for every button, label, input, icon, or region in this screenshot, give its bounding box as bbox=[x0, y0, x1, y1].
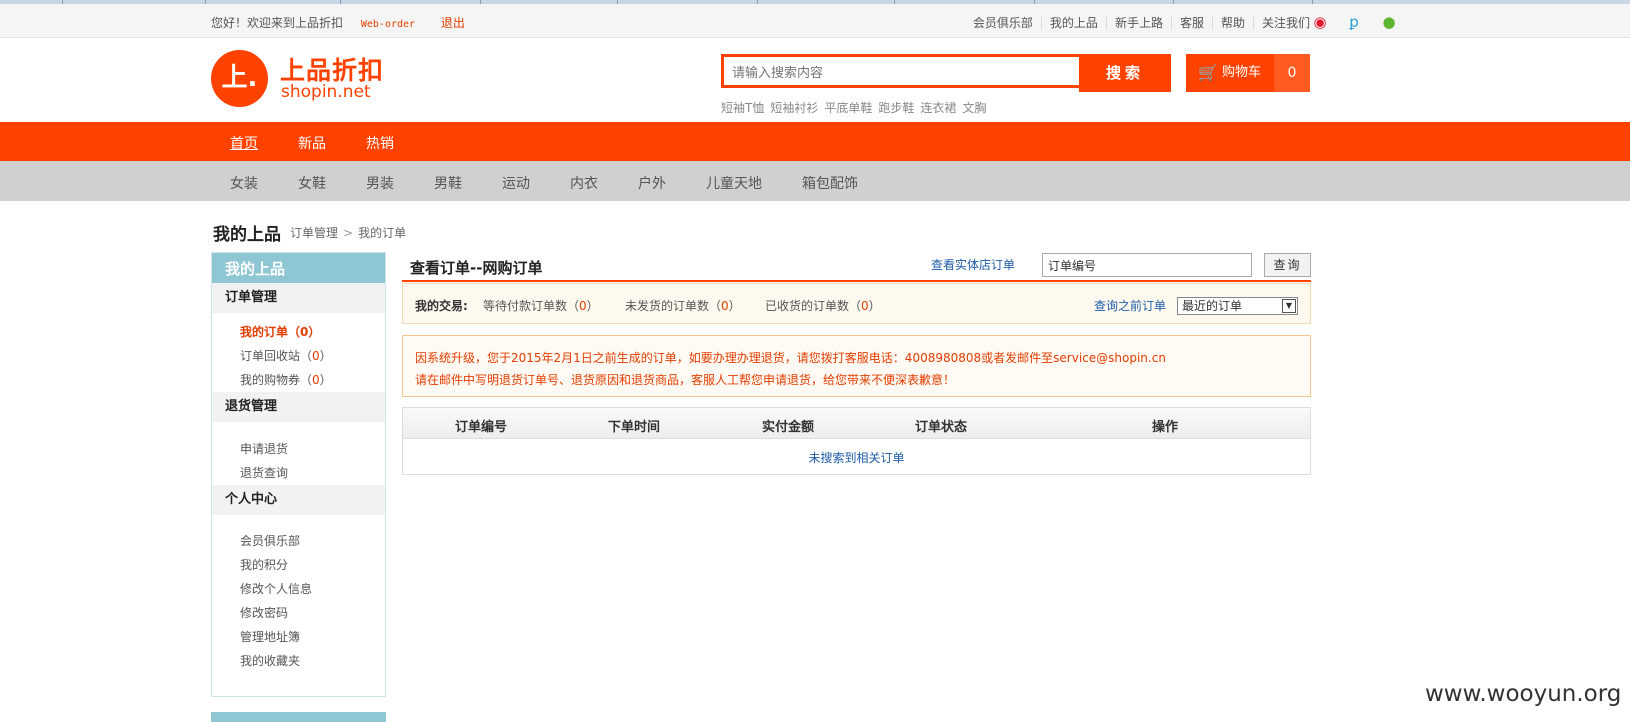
sidebar-group-title: 退货管理 bbox=[212, 392, 385, 422]
hot-term[interactable]: 平底单鞋 bbox=[824, 101, 872, 115]
top-bar: 您好！欢迎来到上品折扣 Web-order 退出 会员俱乐部 我的上品 新手上路 客服… bbox=[0, 4, 1630, 38]
previous-orders-link[interactable]: 查询之前订单 bbox=[1094, 297, 1166, 314]
breadcrumb-item[interactable]: 订单管理 bbox=[290, 226, 338, 240]
web-order-label: Web-order bbox=[360, 19, 416, 30]
category-item[interactable]: 内衣 bbox=[570, 173, 598, 193]
search-button[interactable]: 搜索 bbox=[1079, 54, 1171, 92]
notice-line: 请在邮件中写明退货订单号、退货原因和退货商品，客服人工帮您申请退货，给您带来不便… bbox=[415, 373, 956, 387]
column-header: 实付金额 bbox=[762, 420, 815, 435]
order-range-select[interactable]: 最近的订单 ▼ bbox=[1177, 297, 1298, 315]
column-header: 订单编号 bbox=[455, 420, 508, 435]
page-title: 我的上品 bbox=[213, 225, 281, 245]
wechat-icon[interactable]: ● bbox=[1378, 12, 1400, 32]
category-item[interactable]: 箱包配饰 bbox=[802, 173, 858, 193]
site-header: 上. 上品折扣 shopin.net 搜索 🛒 购物车 0 短袖T恤短袖衬衫平底… bbox=[0, 38, 1630, 122]
sidebar-item-apply-return[interactable]: 申请退货 bbox=[240, 440, 288, 457]
sidebar-item-order-recycle[interactable]: 订单回收站（0） bbox=[240, 347, 332, 364]
sidebar-item-return-query[interactable]: 退货查询 bbox=[240, 464, 288, 481]
cart-icon: 🛒 bbox=[1198, 63, 1218, 82]
column-header: 操作 bbox=[1152, 420, 1179, 435]
hot-term[interactable]: 连衣裙 bbox=[920, 101, 956, 115]
sidebar: 我的上品 订单管理 我的订单（0） 订单回收站（0） 我的购物券（0） 退货管理… bbox=[211, 252, 386, 697]
hot-term[interactable]: 短袖T恤 bbox=[721, 101, 764, 115]
trade-summary: 我的交易: 等待付款订单数（0） 未发货的订单数（0） 已收货的订单数（0） bbox=[402, 283, 1311, 324]
category-item[interactable]: 户外 bbox=[638, 173, 666, 193]
sidebar-group-title: 个人中心 bbox=[212, 485, 385, 515]
hot-term[interactable]: 跑步鞋 bbox=[878, 101, 914, 115]
orders-title: 查看订单--网购订单 bbox=[410, 259, 543, 277]
logout-link[interactable]: 退出 bbox=[441, 16, 465, 30]
top-link-member-club[interactable]: 会员俱乐部 bbox=[965, 16, 1041, 30]
logo-icon[interactable]: 上. bbox=[211, 50, 268, 107]
order-number-input[interactable] bbox=[1042, 253, 1252, 277]
main-nav: 首页 新品 热销 bbox=[0, 122, 1630, 161]
sidebar-item-my-orders[interactable]: 我的订单（0） bbox=[240, 323, 320, 340]
sidebar-item-member-club[interactable]: 会员俱乐部 bbox=[240, 532, 300, 549]
empty-message: 未搜索到相关订单 bbox=[808, 451, 905, 465]
hot-search-terms: 短袖T恤 短袖衬衫 平底单鞋 跑步鞋 连衣裙 文胸 bbox=[721, 99, 992, 116]
trade-summary-label: 我的交易: bbox=[415, 299, 468, 313]
category-item[interactable]: 运动 bbox=[502, 173, 530, 193]
category-item[interactable]: 男装 bbox=[366, 173, 394, 193]
received-stat[interactable]: 已收货的订单数（0） bbox=[765, 297, 881, 314]
column-header: 订单状态 bbox=[915, 420, 968, 435]
search-input[interactable] bbox=[730, 61, 1074, 85]
top-link-my-shopin[interactable]: 我的上品 bbox=[1040, 16, 1106, 30]
category-item[interactable]: 女鞋 bbox=[298, 173, 326, 193]
hot-term[interactable]: 文胸 bbox=[962, 101, 986, 115]
top-link-service[interactable]: 客服 bbox=[1170, 16, 1212, 30]
category-item[interactable]: 女装 bbox=[230, 173, 258, 193]
nav-new[interactable]: 新品 bbox=[298, 133, 326, 153]
sidebar-group-title: 订单管理 bbox=[212, 283, 385, 313]
sidebar-item-favorites[interactable]: 我的收藏夹 bbox=[240, 652, 300, 669]
sidebar-item-address-book[interactable]: 管理地址簿 bbox=[240, 628, 300, 645]
greeting-text: 您好！欢迎来到上品折扣 bbox=[211, 16, 344, 30]
notice-line: 因系统升级，您于2015年2月1日之前生成的订单，如要办理办理退货，请您拨打客服… bbox=[415, 351, 1166, 365]
title-divider bbox=[402, 280, 1311, 282]
system-notice: 因系统升级，您于2015年2月1日之前生成的订单，如要办理办理退货，请您拨打客服… bbox=[402, 335, 1311, 397]
sidebar-item-points[interactable]: 我的积分 bbox=[240, 556, 288, 573]
cart-count: 0 bbox=[1274, 54, 1310, 92]
unshipped-stat[interactable]: 未发货的订单数（0） bbox=[625, 297, 741, 314]
pending-payment-stat[interactable]: 等待付款订单数（0） bbox=[483, 297, 599, 314]
logo-domain: shopin.net bbox=[281, 82, 371, 102]
weibo-icon[interactable]: ◉ bbox=[1309, 12, 1331, 32]
top-link-help[interactable]: 帮助 bbox=[1211, 16, 1253, 30]
orders-table: 订单编号 下单时间 实付金额 订单状态 操作 未搜索到相关订单 bbox=[402, 407, 1311, 475]
store-orders-link[interactable]: 查看实体店订单 bbox=[931, 256, 1015, 273]
sidebar-next-panel bbox=[211, 712, 386, 722]
breadcrumb-item[interactable]: 我的订单 bbox=[358, 226, 406, 240]
top-link-newbie[interactable]: 新手上路 bbox=[1105, 16, 1171, 30]
sidebar-head: 我的上品 bbox=[212, 253, 385, 283]
breadcrumb-separator-icon: > bbox=[343, 226, 354, 240]
greeting-area: 您好！欢迎来到上品折扣 Web-order 退出 bbox=[211, 14, 465, 31]
top-links: 会员俱乐部 我的上品 新手上路 客服 帮助 关注我们 bbox=[965, 14, 1318, 31]
watermark: www.wooyun.org bbox=[1425, 681, 1622, 707]
category-nav: 女装 女鞋 男装 男鞋 运动 内衣 户外 儿童天地 箱包配饰 bbox=[0, 161, 1630, 201]
sidebar-item-coupons[interactable]: 我的购物券（0） bbox=[240, 371, 332, 388]
category-item[interactable]: 男鞋 bbox=[434, 173, 462, 193]
query-button[interactable]: 查询 bbox=[1264, 253, 1311, 277]
order-range-value: 最近的订单 bbox=[1182, 299, 1243, 313]
column-header: 下单时间 bbox=[608, 420, 661, 435]
chevron-down-icon[interactable]: ▼ bbox=[1282, 299, 1296, 313]
category-item[interactable]: 儿童天地 bbox=[706, 173, 762, 193]
sidebar-item-change-password[interactable]: 修改密码 bbox=[240, 604, 288, 621]
sidebar-item-edit-profile[interactable]: 修改个人信息 bbox=[240, 580, 312, 597]
nav-home[interactable]: 首页 bbox=[230, 133, 258, 153]
table-header: 订单编号 下单时间 实付金额 订单状态 操作 bbox=[403, 408, 1310, 439]
cart-label: 购物车 bbox=[1222, 65, 1262, 80]
cart-button[interactable]: 🛒 购物车 0 bbox=[1186, 54, 1310, 92]
nav-hot[interactable]: 热销 bbox=[366, 133, 394, 153]
tencent-weibo-icon[interactable]: ꝑ bbox=[1343, 12, 1365, 32]
breadcrumb: 订单管理 > 我的订单 bbox=[290, 224, 406, 241]
hot-term[interactable]: 短袖衬衫 bbox=[770, 101, 818, 115]
